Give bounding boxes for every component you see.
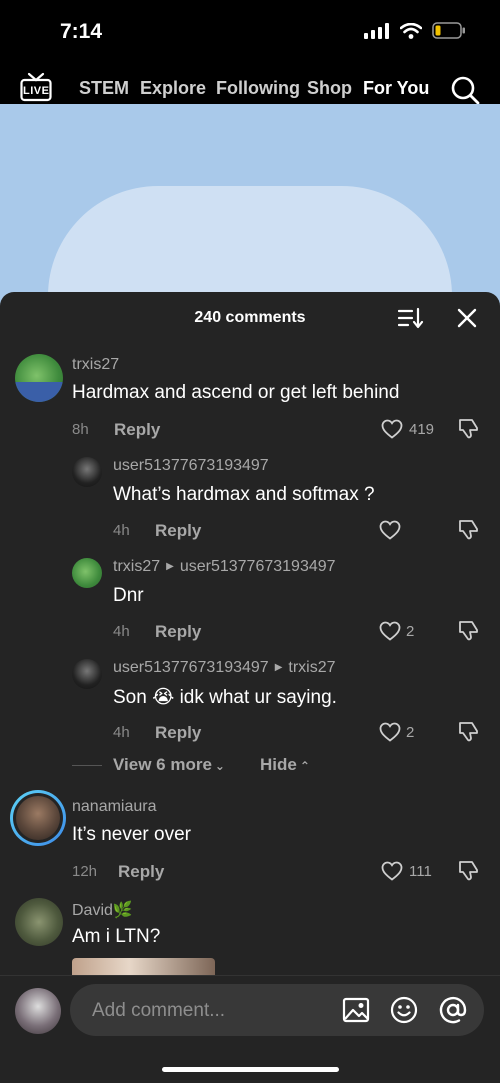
status-icons (364, 22, 466, 39)
avatar[interactable] (15, 988, 61, 1034)
comments-count-title: 240 comments (194, 309, 306, 326)
reply-button[interactable]: Reply (118, 862, 164, 882)
avatar-story-ring[interactable] (10, 790, 66, 846)
heart-icon[interactable] (381, 419, 403, 439)
comment-time: 8h (72, 421, 89, 438)
comment-username[interactable]: David🌿 (72, 900, 133, 920)
comment-input-placeholder: Add comment... (92, 1000, 226, 1021)
thumbs-down-icon[interactable] (457, 418, 479, 440)
search-icon[interactable] (450, 75, 480, 105)
top-nav: LIVE STEM Explore Following Shop For You (0, 66, 500, 113)
thumbs-down-icon[interactable] (457, 860, 479, 882)
nav-tab-stem[interactable]: STEM (79, 78, 129, 99)
comment-time: 4h (113, 724, 130, 741)
avatar-shirt (15, 382, 63, 402)
comment-text: Dnr (113, 585, 144, 606)
battery-icon (432, 22, 465, 39)
comment-composer: Add comment... (0, 975, 500, 1083)
status-bar: 7:14 (0, 0, 500, 66)
thumbs-down-icon[interactable] (457, 519, 479, 541)
comments-list[interactable]: 240 comments trxis27 Hardmax and ascend … (0, 292, 500, 975)
nav-tab-for-you[interactable]: For You (363, 78, 429, 99)
avatar[interactable] (72, 558, 102, 588)
like-count: 419 (409, 421, 435, 438)
view-more-label: View 6 more (113, 755, 212, 774)
reply-button[interactable]: Reply (155, 521, 201, 541)
sort-icon[interactable] (398, 306, 424, 330)
heart-icon[interactable] (379, 621, 401, 641)
avatar[interactable] (15, 898, 63, 946)
reply-to-username[interactable]: trxis27 (288, 659, 335, 676)
comment-username[interactable]: trxis27 (113, 558, 160, 575)
reply-button[interactable]: Reply (155, 723, 201, 743)
comment-text: Son 😭 idk what ur saying. (113, 687, 337, 708)
comment-username-line: trxis27 ▶ user51377673193497 (113, 558, 336, 576)
nav-tab-following[interactable]: Following (216, 78, 300, 99)
home-indicator (162, 1067, 339, 1072)
heart-icon[interactable] (379, 722, 401, 742)
nav-tab-shop[interactable]: Shop (307, 78, 352, 99)
live-label: LIVE (23, 85, 50, 97)
comment-image-attachment[interactable] (72, 958, 215, 975)
reply-button[interactable]: Reply (155, 622, 201, 642)
like-count: 2 (406, 623, 415, 640)
hide-replies-button[interactable]: Hide ⌃ (260, 755, 310, 775)
avatar[interactable] (15, 354, 63, 402)
comment-username[interactable]: trxis27 (72, 356, 119, 374)
comment-text: Am i LTN? (72, 926, 161, 947)
live-button[interactable]: LIVE (20, 72, 52, 102)
like-count: 111 (409, 863, 432, 880)
comment-text: It’s never over (72, 824, 191, 845)
comment-time: 12h (72, 863, 98, 880)
wifi-icon (400, 22, 422, 39)
comment-text: Hardmax and ascend or get left behind (72, 382, 400, 403)
comment-username[interactable]: nanamiaura (72, 798, 157, 816)
nav-tab-explore[interactable]: Explore (140, 78, 206, 99)
chevron-up-icon: ⌃ (299, 759, 310, 773)
thread-divider (72, 765, 102, 766)
signal-icon (364, 22, 389, 39)
hide-label: Hide (260, 755, 297, 774)
comment-username[interactable]: user51377673193497 (113, 457, 269, 475)
heart-icon[interactable] (381, 861, 403, 881)
comment-username-line: user51377673193497 ▶ trxis27 (113, 659, 336, 677)
emoji-icon[interactable] (390, 996, 418, 1024)
reply-to-username[interactable]: user51377673193497 (180, 558, 336, 575)
heart-icon[interactable] (379, 520, 401, 540)
comment-time: 4h (113, 522, 130, 539)
reply-button[interactable]: Reply (114, 420, 160, 440)
comments-sheet: 240 comments trxis27 Hardmax and ascend … (0, 292, 500, 1083)
video-background[interactable] (0, 104, 500, 314)
reply-arrow-icon: ▶ (274, 662, 283, 673)
chevron-down-icon: ⌄ (214, 759, 225, 773)
comment-time: 4h (113, 623, 130, 640)
close-icon[interactable] (455, 306, 479, 330)
thumbs-down-icon[interactable] (457, 620, 479, 642)
view-more-replies-button[interactable]: View 6 more ⌄ (113, 755, 225, 775)
image-icon[interactable] (342, 996, 370, 1024)
avatar (16, 796, 60, 840)
avatar[interactable] (72, 659, 102, 689)
reply-arrow-icon: ▶ (166, 561, 174, 572)
avatar[interactable] (72, 457, 102, 487)
comment-username[interactable]: user51377673193497 (113, 659, 269, 676)
thumbs-down-icon[interactable] (457, 721, 479, 743)
comment-text: What’s hardmax and softmax ? (113, 484, 375, 505)
like-count: 2 (406, 724, 415, 741)
mention-icon[interactable] (439, 996, 467, 1024)
status-time: 7:14 (60, 20, 103, 43)
comment-input[interactable]: Add comment... (70, 984, 484, 1036)
